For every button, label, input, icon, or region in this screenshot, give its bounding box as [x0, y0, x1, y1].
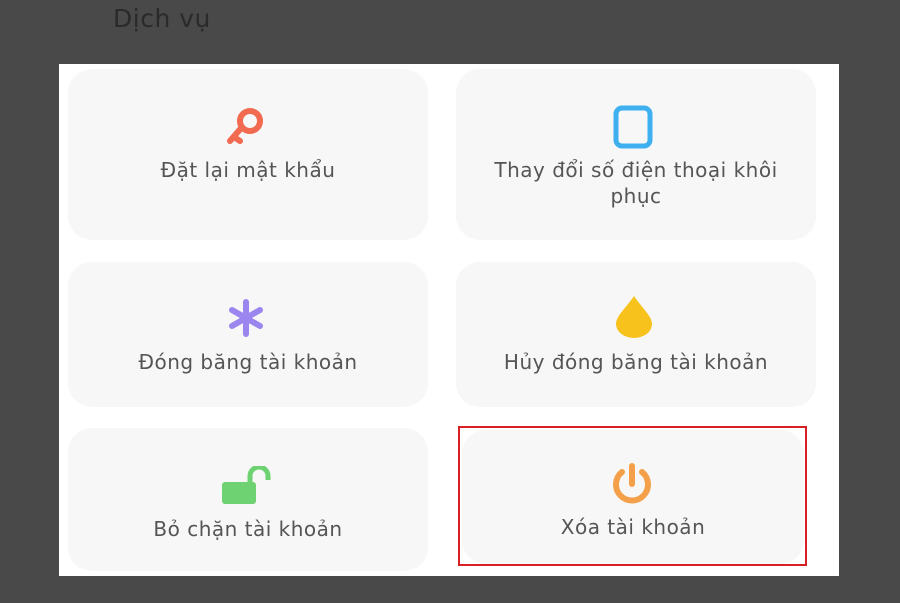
section-title: Dịch vụ — [113, 4, 211, 33]
service-unfreeze-account[interactable]: Hủy đóng băng tài khoản — [456, 262, 816, 407]
power-icon — [613, 463, 651, 504]
service-reset-password[interactable]: Đặt lại mật khẩu — [68, 69, 428, 240]
drop-icon — [616, 296, 652, 338]
service-change-phone[interactable]: Thay đổi số điện thoại khôi phục — [456, 69, 816, 240]
service-label: Bỏ chặn tài khoản — [153, 517, 343, 541]
phone-icon — [613, 105, 653, 149]
service-label: Đóng băng tài khoản — [138, 350, 358, 374]
service-freeze-account[interactable]: Đóng băng tài khoản — [68, 262, 428, 407]
unlock-icon — [222, 466, 271, 504]
service-label: Xóa tài khoản — [560, 515, 706, 539]
key-icon — [227, 108, 263, 144]
service-label: Đặt lại mật khẩu — [160, 158, 336, 182]
service-delete-account[interactable]: Xóa tài khoản — [462, 430, 804, 564]
service-label: Hủy đóng băng tài khoản — [503, 350, 769, 374]
asterisk-icon — [229, 299, 263, 337]
service-label: Thay đổi số điện thoại khôi phục — [494, 158, 778, 208]
service-unlock-account[interactable]: Bỏ chặn tài khoản — [68, 428, 428, 571]
